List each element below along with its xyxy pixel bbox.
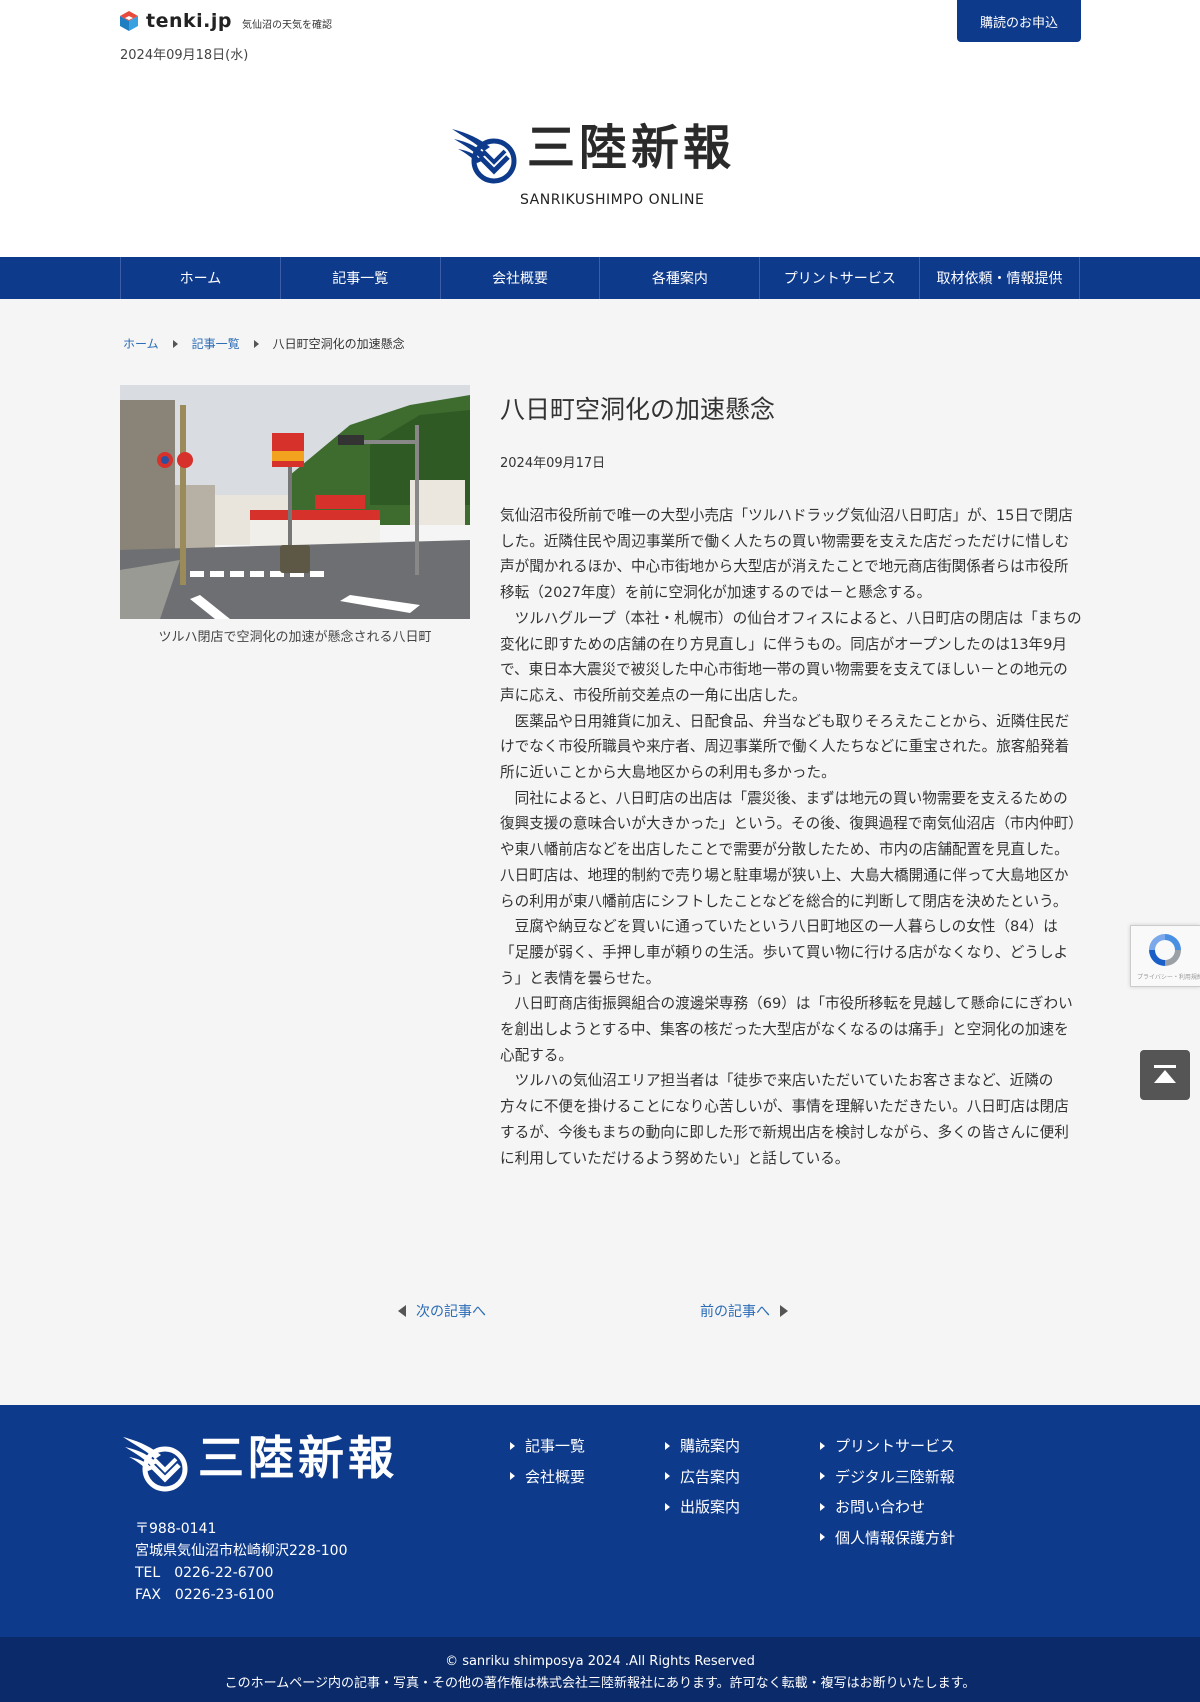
photo-caption: ツルハ閉店で空洞化の加速が懸念される八日町 [158,630,432,645]
footer-logo[interactable]: 三陸新報 [120,1433,440,1493]
copyright-notice: このホームページ内の記事・写真・その他の著作権は株式会社三陸新報社にあります。許… [224,1676,976,1691]
footer-wing-emblem-icon [123,1437,188,1492]
footer-link-digital[interactable]: デジタル三陸新報 [820,1466,955,1488]
chevron-right-icon [665,1502,670,1511]
nav-home[interactable]: ホーム [120,257,280,299]
footer-link-contact[interactable]: お問い合わせ [820,1496,955,1518]
chevron-right-icon [820,1472,825,1481]
masthead-title: 三陸新報 [527,120,736,176]
footer-fax: FAX 0226-23-6100 [135,1587,275,1603]
breadcrumb-separator-icon [172,339,178,348]
arrow-right-icon [780,1305,788,1317]
breadcrumb-article-list[interactable]: 記事一覧 [192,335,240,352]
chevron-right-icon [510,1441,515,1450]
article-paragraph: 気仙沼市役所前で唯一の大型小売店「ツルハドラッグ気仙沼八日町店」が、15日で閉店… [500,507,1073,602]
footer-postal: 〒988-0141 [135,1521,217,1537]
copyright-text: © sanriku shimposya 2024 .All Rights Res… [445,1654,755,1669]
tenki-logo-text: tenki.jp [146,10,232,32]
footer-links-col2: 購読案内 広告案内 出版案内 [665,1435,740,1518]
nav-article-list[interactable]: 記事一覧 [279,257,440,299]
footer-link-publishing[interactable]: 出版案内 [665,1496,740,1518]
tenki-link[interactable]: tenki.jp 気仙沼の天気を確認 [118,10,332,32]
footer-link-article-list[interactable]: 記事一覧 [510,1435,585,1457]
breadcrumb-current: 八日町空洞化の加速懸念 [272,337,405,351]
chevron-right-icon [820,1502,825,1511]
chevron-right-icon [665,1441,670,1450]
footer-title: 三陸新報 [198,1431,398,1485]
footer-address: 〒988-0141 宮城県気仙沼市松崎柳沢228-100 TEL 0226-22… [135,1518,348,1606]
copyright-bar: © sanriku shimposya 2024 .All Rights Res… [0,1637,1200,1702]
footer-links-col1: 記事一覧 会社概要 [510,1435,585,1487]
nav-print-service[interactable]: プリントサービス [759,257,919,299]
back-to-top-button[interactable] [1140,1050,1190,1100]
tenki-subtitle: 気仙沼の天気を確認 [241,19,332,31]
nav-company[interactable]: 会社概要 [439,257,600,299]
article-paragraph: 八日町商店街振興組合の渡邊栄専務（69）は「市役所移転を見越して懸命ににぎわいを… [500,995,1073,1064]
chevron-right-icon [665,1472,670,1481]
article-paragraph: 医薬品や日用雑貨に加え、日配食品、弁当なども取りそろえたことから、近隣住民だけで… [500,712,1070,782]
article-paragraph: ツルハグループ（本社・札幌市）の仙台オフィスによると、八日町店の閉店は「まちの変… [500,609,1082,704]
wing-emblem-icon [452,129,517,184]
next-article-label: 次の記事へ [416,1304,486,1320]
footer-link-subscription[interactable]: 購読案内 [665,1435,740,1457]
nav-guides[interactable]: 各種案内 [599,257,759,299]
recaptcha-badge[interactable]: プライバシー・利用規約 [1130,925,1200,987]
subscribe-button[interactable]: 購読のお申込 [957,0,1081,42]
article-title: 八日町空洞化の加速懸念 [500,395,776,424]
footer-link-company[interactable]: 会社概要 [510,1466,585,1488]
article-paragraph: ツルハの気仙沼エリア担当者は「徒歩で来店いただいていたお客さまなど、近隣の方々に… [500,1072,1069,1167]
chevron-right-icon [820,1533,825,1542]
recaptcha-icon [1149,934,1181,966]
chevron-right-icon [510,1472,515,1481]
article-photo [120,385,470,619]
back-to-top-icon [1154,1065,1176,1083]
footer-link-label: 広告案内 [680,1467,741,1486]
footer-link-label: 記事一覧 [525,1437,586,1456]
footer-link-label: 購読案内 [680,1437,741,1456]
breadcrumb: ホーム 記事一覧 八日町空洞化の加速懸念 [123,335,405,352]
footer-link-label: 個人情報保護方針 [835,1528,956,1547]
footer-links-col3: プリントサービス デジタル三陸新報 お問い合わせ 個人情報保護方針 [820,1435,955,1548]
next-article-link[interactable]: 次の記事へ [398,1301,486,1321]
tenki-cube-icon [120,11,138,31]
article-paragraph: 豆腐や納豆などを買いに通っていたという八日町地区の一人暮らしの女性（84）は「足… [500,918,1069,987]
article-paragraph: 八日町店は、地理的制約で売り場と駐車場が狭い上、大島大橋開通に伴って大島地区から… [500,866,1069,910]
footer-link-print-service[interactable]: プリントサービス [820,1435,955,1457]
footer-link-label: 出版案内 [680,1498,741,1517]
prev-article-link[interactable]: 前の記事へ [700,1301,788,1321]
breadcrumb-separator-icon [253,339,259,348]
site-footer: 三陸新報 〒988-0141 宮城県気仙沼市松崎柳沢228-100 TEL 02… [0,1405,1200,1637]
article-body: 気仙沼市役所前で唯一の大型小売店「ツルハドラッグ気仙沼八日町店」が、15日で閉店… [500,503,1082,1171]
footer-link-label: お問い合わせ [835,1498,926,1517]
arrow-left-icon [398,1305,406,1317]
footer-link-label: プリントサービス [835,1437,956,1456]
article-paragraph: 同社によると、八日町店の出店は「震災後、まずは地元の買い物需要を支えるための復興… [500,789,1076,859]
footer-tel: TEL 0226-22-6700 [135,1565,274,1581]
site-header: tenki.jp 気仙沼の天気を確認 2024年09月18日(水) 購読のお申込… [0,0,1200,257]
chevron-right-icon [820,1441,825,1450]
main-nav: ホーム 記事一覧 会社概要 各種案内 プリントサービス 取材依頼・情報提供 [0,257,1200,299]
masthead-roman: SANRIKUSHIMPO ONLINE [520,192,705,208]
footer-street: 宮城県気仙沼市松崎柳沢228-100 [135,1543,348,1559]
article-date: 2024年09月17日 [500,456,606,471]
breadcrumb-home[interactable]: ホーム [123,335,159,352]
site-logo[interactable]: 三陸新報 SANRIKUSHIMPO ONLINE [450,122,750,212]
footer-link-advertising[interactable]: 広告案内 [665,1466,740,1488]
recaptcha-privacy-text: プライバシー・利用規約 [1137,974,1200,981]
footer-link-label: 会社概要 [525,1467,586,1486]
footer-link-label: デジタル三陸新報 [835,1467,955,1486]
nav-news-tips[interactable]: 取材依頼・情報提供 [919,257,1080,299]
prev-article-label: 前の記事へ [700,1304,770,1320]
footer-link-privacy[interactable]: 個人情報保護方針 [820,1527,955,1549]
current-date: 2024年09月18日(水) [120,48,249,63]
